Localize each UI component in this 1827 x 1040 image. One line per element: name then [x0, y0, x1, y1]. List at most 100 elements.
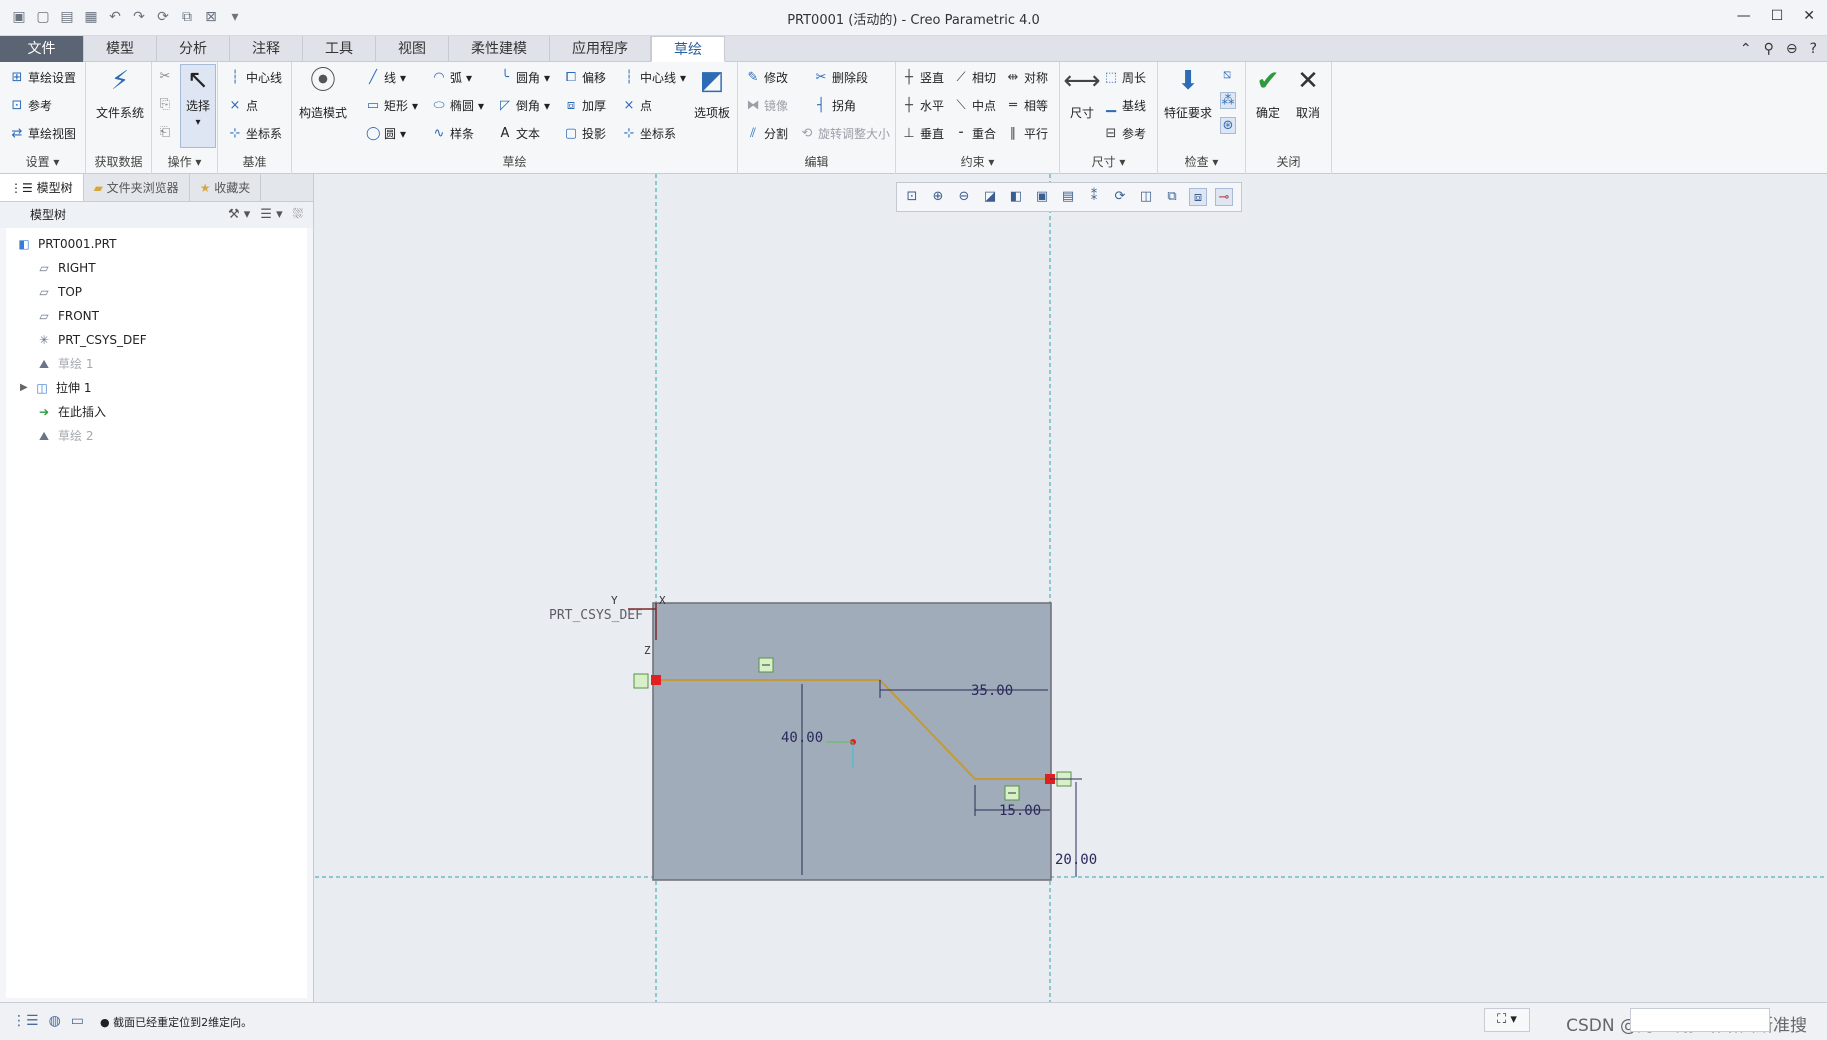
tree-node-part[interactable]: ◧ PRT0001.PRT: [6, 232, 307, 256]
tab-model[interactable]: 模型: [84, 36, 157, 62]
tree-node-sketch2[interactable]: ⛰ 草绘 2: [6, 424, 307, 448]
shade-closed-loops-button[interactable]: ⊛: [1220, 117, 1236, 134]
group-label-settings[interactable]: 设置 ▾: [0, 153, 85, 170]
equal-constraint-button[interactable]: ═ 相等: [1006, 97, 1048, 114]
sketch-canvas[interactable]: PRT_CSYS_DEF Y X Z 35.00 40.00 15.00 20.…: [315, 174, 1827, 1002]
ellipse-button[interactable]: ⬭ 椭圆 ▾: [432, 97, 484, 114]
circle-button[interactable]: ◯ 圆 ▾: [366, 125, 406, 142]
tab-tools[interactable]: 工具: [303, 36, 376, 62]
modify-button[interactable]: ✎ 修改: [746, 69, 788, 86]
zoom-out-icon[interactable]: ⊖: [955, 188, 973, 206]
ok-button[interactable]: ✔ 确定: [1248, 66, 1288, 121]
perpendicular-constraint-button[interactable]: ⊥ 垂直: [902, 125, 944, 142]
tree-show-icon[interactable]: ☰ ▾: [260, 202, 282, 228]
group-label-constraints[interactable]: 约束 ▾: [896, 153, 1059, 170]
line-button[interactable]: ╱ 线 ▾: [366, 69, 406, 86]
navigator-toggle-icon[interactable]: ⋮☰: [12, 1013, 39, 1029]
select-button[interactable]: ↖ 选择 ▾: [180, 64, 216, 148]
paste-button[interactable]: ⎗: [158, 125, 172, 140]
palette-button[interactable]: ◩ 选项板: [690, 66, 734, 121]
feature-requirements-button[interactable]: ⬇ 特征要求: [1160, 66, 1216, 121]
midpoint-constraint-button[interactable]: ⟍ 中点: [954, 97, 996, 114]
refit-icon[interactable]: ⊡: [903, 188, 921, 206]
vertical-constraint-button[interactable]: ┼ 竖直: [902, 69, 944, 86]
chamfer-button[interactable]: ◸ 倒角 ▾: [498, 97, 550, 114]
endpoint-left[interactable]: [651, 675, 661, 685]
spin-center-icon[interactable]: ⟳: [1111, 188, 1129, 206]
sketch-point-button[interactable]: × 点: [622, 97, 652, 114]
reference-dim-button[interactable]: ⊟ 参考: [1104, 125, 1146, 142]
text-button[interactable]: A 文本: [498, 125, 540, 142]
sketch-constraints-display-icon[interactable]: ⊸: [1215, 188, 1233, 206]
arc-button[interactable]: ◠ 弧 ▾: [432, 69, 472, 86]
browser-toggle-icon[interactable]: ◍: [49, 1013, 61, 1029]
minimize-button[interactable]: —: [1737, 8, 1751, 24]
highlight-open-ends-button[interactable]: ⁂: [1220, 92, 1236, 109]
datum-point-button[interactable]: × 点: [228, 97, 258, 114]
horizontal-constraint-button[interactable]: ┼ 水平: [902, 97, 944, 114]
dim-40-text[interactable]: 40.00: [781, 730, 823, 746]
cut-button[interactable]: ✂: [158, 69, 172, 84]
group-label-dimension[interactable]: 尺寸 ▾: [1060, 153, 1157, 170]
rectangle-button[interactable]: ▭ 矩形 ▾: [366, 97, 418, 114]
dim-35-text[interactable]: 35.00: [971, 683, 1013, 699]
tree-node-csys[interactable]: ✳ PRT_CSYS_DEF: [6, 328, 307, 352]
dim-15-text[interactable]: 15.00: [999, 803, 1041, 819]
file-system-button[interactable]: ⚡ 文件系统: [92, 66, 148, 121]
saved-orientations-icon[interactable]: ▣: [1033, 188, 1051, 206]
datum-centerline-button[interactable]: ┆ 中心线: [228, 69, 282, 86]
divide-button[interactable]: ⫽ 分割: [746, 125, 788, 142]
rotate-resize-button[interactable]: ⟲ 旋转调整大小: [800, 125, 890, 142]
full-screen-icon[interactable]: ▭: [71, 1013, 84, 1029]
zoom-in-icon[interactable]: ⊕: [929, 188, 947, 206]
group-label-inspect[interactable]: 检查 ▾: [1158, 153, 1245, 170]
tab-favorites[interactable]: ★ 收藏夹: [190, 174, 262, 201]
tree-settings-icon[interactable]: ⚒ ▾: [228, 202, 250, 228]
fillet-button[interactable]: ╰ 圆角 ▾: [498, 69, 550, 86]
annotation-display-icon[interactable]: ◫: [1137, 188, 1155, 206]
collapse-ribbon-icon[interactable]: ⌃: [1740, 41, 1752, 57]
spline-button[interactable]: ∿ 样条: [432, 125, 474, 142]
coincident-constraint-icon[interactable]: [633, 673, 649, 689]
thicken-button[interactable]: ⧈ 加厚: [564, 97, 606, 114]
tab-flexible-modeling[interactable]: 柔性建模: [449, 36, 550, 62]
tab-applications[interactable]: 应用程序: [550, 36, 651, 62]
tab-annotate[interactable]: 注释: [230, 36, 303, 62]
community-icon[interactable]: ⊖: [1786, 41, 1798, 57]
sketch-view-button[interactable]: ⇄ 草绘视图: [10, 125, 76, 142]
close-button[interactable]: ✕: [1803, 8, 1815, 24]
selection-filter-dropdown[interactable]: [1630, 1008, 1770, 1032]
datum-display-icon[interactable]: ⁑: [1085, 188, 1103, 206]
cancel-button[interactable]: ✕ 取消: [1288, 66, 1328, 121]
tab-folder-browser[interactable]: ▰ 文件夹浏览器: [84, 174, 190, 201]
offset-button[interactable]: ⧠ 偏移: [564, 69, 606, 86]
expand-icon[interactable]: ▶: [20, 376, 34, 400]
tree-node-top[interactable]: ▱ TOP: [6, 280, 307, 304]
tree-node-right[interactable]: ▱ RIGHT: [6, 256, 307, 280]
references-button[interactable]: ⊡ 参考: [10, 97, 52, 114]
tab-view[interactable]: 视图: [376, 36, 449, 62]
coincident-constraint-button[interactable]: ⁃ 重合: [954, 125, 996, 142]
tab-model-tree[interactable]: ⋮☰ 模型树: [0, 174, 84, 201]
sketch-csys-button[interactable]: ⊹ 坐标系: [622, 125, 676, 142]
view-manager-icon[interactable]: ▤: [1059, 188, 1077, 206]
tree-node-insert-here[interactable]: ➔ 在此插入: [6, 400, 307, 424]
search-icon[interactable]: ⚲: [1764, 41, 1774, 57]
symmetric-constraint-button[interactable]: ⇹ 对称: [1006, 69, 1048, 86]
sketch-display-filter-icon[interactable]: ⧈: [1189, 188, 1207, 206]
repaint-icon[interactable]: ◪: [981, 188, 999, 206]
tree-node-extrude1[interactable]: ▶ ◫ 拉伸 1: [6, 376, 307, 400]
construction-mode-button[interactable]: ⦿ 构造模式: [296, 66, 350, 121]
find-button[interactable]: ⛶ ▾: [1484, 1008, 1530, 1032]
tab-sketch[interactable]: 草绘: [651, 36, 725, 62]
project-button[interactable]: ▢ 投影: [564, 125, 606, 142]
maximize-button[interactable]: ☐: [1771, 8, 1784, 24]
corner-button[interactable]: ┤ 拐角: [814, 97, 856, 114]
display-style-icon[interactable]: ◧: [1007, 188, 1025, 206]
copy-button[interactable]: ⎘: [158, 97, 172, 112]
mirror-button[interactable]: ⧓ 镜像: [746, 97, 789, 114]
sketch-view-icon[interactable]: ⧉: [1163, 188, 1181, 206]
graphics-area[interactable]: PRT_CSYS_DEF Y X Z 35.00 40.00 15.00 20.…: [315, 174, 1827, 1002]
tab-file[interactable]: 文件: [0, 36, 84, 62]
perimeter-button[interactable]: ⬚ 周长: [1104, 69, 1146, 86]
